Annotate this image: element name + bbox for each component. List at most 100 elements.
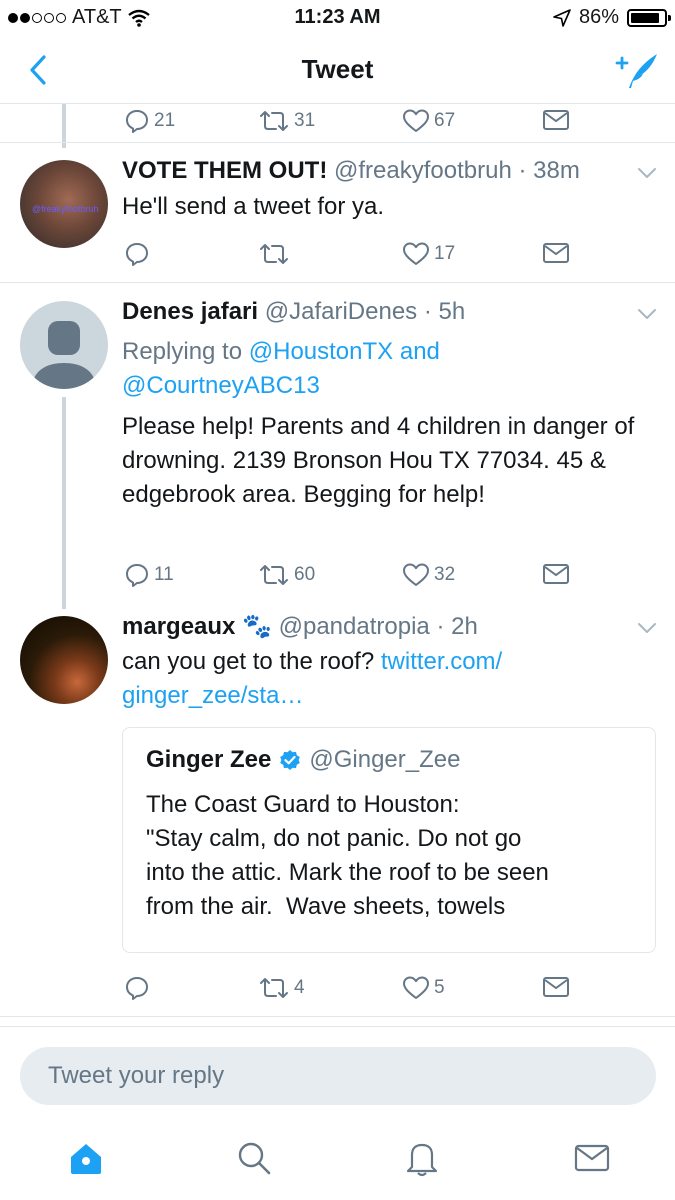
direct-message-button[interactable] bbox=[542, 241, 570, 265]
user-handle[interactable]: @pandatropia bbox=[279, 613, 430, 640]
nav-bar: Tweet bbox=[0, 36, 675, 104]
direct-message-button[interactable] bbox=[542, 562, 570, 586]
envelope-icon bbox=[543, 110, 569, 130]
mention-link[interactable]: @HoustonTX bbox=[249, 338, 393, 365]
tab-bar bbox=[0, 1116, 675, 1200]
status-right: 86% bbox=[553, 6, 671, 29]
location-arrow-icon bbox=[553, 8, 571, 27]
quoted-text-line: The Coast Guard to Houston: bbox=[146, 791, 460, 818]
user-silhouette-icon bbox=[32, 321, 96, 389]
user-name[interactable]: margeaux bbox=[122, 613, 235, 640]
reply-button[interactable] bbox=[124, 975, 154, 1001]
envelope-icon bbox=[543, 243, 569, 263]
like-count: 67 bbox=[434, 110, 456, 131]
reply-icon bbox=[126, 110, 148, 133]
tweet-time: · 2h bbox=[436, 613, 478, 640]
separator bbox=[0, 282, 675, 283]
quoted-tweet-card[interactable]: Ginger Zee @Ginger_Zee The Coast Guard t… bbox=[122, 727, 656, 953]
replying-to: Replying to @HoustonTX and @CourtneyABC1… bbox=[122, 335, 652, 403]
reply-count: 11 bbox=[154, 564, 174, 585]
quoted-text-line: into the attic. Mark the roof to be seen bbox=[146, 859, 549, 886]
retweet-count: 60 bbox=[294, 564, 316, 585]
user-handle[interactable]: @JafariDenes bbox=[265, 298, 417, 325]
quoted-user-handle: @Ginger_Zee bbox=[309, 746, 461, 773]
quoted-text-line: "Stay calm, do not panic. Do not go bbox=[146, 825, 522, 852]
user-name[interactable]: Denes jafari bbox=[122, 298, 258, 325]
replying-and[interactable]: and bbox=[400, 338, 440, 365]
quoted-user-name: Ginger Zee bbox=[146, 746, 272, 773]
battery-icon bbox=[627, 8, 671, 27]
user-name[interactable]: VOTE THEM OUT! bbox=[122, 157, 327, 184]
reply-button[interactable]: 21 bbox=[124, 108, 175, 134]
like-count: 32 bbox=[434, 564, 456, 585]
envelope-icon bbox=[574, 1144, 610, 1172]
tweet-text: Please help! Parents and 4 children in d… bbox=[122, 413, 635, 508]
quoted-tweet-text: The Coast Guard to Houston: "Stay calm, … bbox=[146, 788, 646, 924]
compose-tweet-icon[interactable] bbox=[613, 50, 659, 90]
verified-badge-icon bbox=[280, 750, 301, 770]
reply-icon bbox=[126, 977, 148, 1000]
tweet-time: · 5h bbox=[423, 298, 466, 325]
chevron-down-icon[interactable] bbox=[637, 166, 657, 180]
search-icon bbox=[238, 1142, 271, 1175]
like-button[interactable]: 32 bbox=[402, 562, 455, 588]
thread-line bbox=[62, 397, 66, 609]
reply-composer bbox=[0, 1026, 675, 1116]
like-button[interactable]: 67 bbox=[402, 108, 455, 134]
replying-prefix: Replying to bbox=[122, 338, 243, 365]
envelope-icon bbox=[543, 977, 569, 997]
heart-icon bbox=[403, 563, 429, 586]
retweet-count: 31 bbox=[294, 110, 316, 131]
like-count: 17 bbox=[434, 243, 456, 264]
reply-count: 21 bbox=[154, 110, 176, 131]
chevron-down-icon[interactable] bbox=[637, 621, 657, 635]
quoted-text-line: from the air. Wave sheets, towels bbox=[146, 893, 506, 920]
avatar-watermark: @freakyfootbruh bbox=[32, 204, 99, 214]
retweet-count: 4 bbox=[294, 977, 305, 998]
mention-link[interactable]: @CourtneyABC13 bbox=[122, 372, 320, 399]
retweet-icon bbox=[260, 111, 288, 131]
retweet-icon bbox=[260, 565, 288, 585]
retweet-button[interactable] bbox=[258, 241, 294, 267]
retweet-icon bbox=[260, 978, 288, 998]
quoted-tweet-header: Ginger Zee @Ginger_Zee bbox=[146, 746, 460, 774]
tweet-header: Denes jafari @JafariDenes · 5h bbox=[122, 298, 465, 326]
like-button[interactable]: 17 bbox=[402, 241, 455, 267]
like-button[interactable]: 5 bbox=[402, 975, 445, 1001]
tweet-text: can you get to the roof? twitter.com/ gi… bbox=[122, 645, 652, 713]
heart-icon bbox=[403, 976, 429, 999]
direct-message-button[interactable] bbox=[542, 108, 570, 132]
default-avatar[interactable] bbox=[20, 301, 108, 389]
reply-input[interactable] bbox=[20, 1047, 656, 1105]
retweet-button[interactable]: 60 bbox=[258, 562, 315, 588]
separator bbox=[0, 142, 675, 143]
paw-prints-emoji: 🐾 bbox=[242, 613, 272, 640]
tab-search[interactable] bbox=[234, 1138, 274, 1178]
like-count: 5 bbox=[434, 977, 445, 998]
reply-button[interactable]: 11 bbox=[124, 562, 174, 588]
tweet-header: VOTE THEM OUT! @freakyfootbruh · 38m bbox=[122, 157, 580, 185]
tab-messages[interactable] bbox=[572, 1138, 612, 1178]
retweet-button[interactable]: 31 bbox=[258, 108, 315, 134]
tweet-text-body: can you get to the roof? bbox=[122, 648, 375, 675]
tweet-link-continued[interactable]: ginger_zee/sta… bbox=[122, 682, 303, 709]
direct-message-button[interactable] bbox=[542, 975, 570, 999]
heart-icon bbox=[403, 242, 429, 265]
retweet-icon bbox=[260, 244, 288, 264]
chevron-down-icon[interactable] bbox=[637, 307, 657, 321]
avatar[interactable]: @freakyfootbruh bbox=[20, 160, 108, 248]
reply-button[interactable] bbox=[124, 241, 154, 267]
retweet-button[interactable]: 4 bbox=[258, 975, 305, 1001]
tweet-header: margeaux 🐾 @pandatropia · 2h bbox=[122, 612, 478, 641]
tweet-text: He'll send a tweet for ya. bbox=[122, 193, 385, 220]
user-handle[interactable]: @freakyfootbruh bbox=[334, 157, 512, 184]
avatar[interactable] bbox=[20, 616, 108, 704]
envelope-icon bbox=[543, 564, 569, 584]
tab-notifications[interactable] bbox=[402, 1138, 442, 1178]
tab-home[interactable] bbox=[66, 1138, 106, 1178]
bell-icon bbox=[406, 1143, 438, 1177]
tweet-link[interactable]: twitter.com/ bbox=[381, 648, 502, 675]
heart-icon bbox=[403, 109, 429, 132]
home-icon bbox=[71, 1144, 101, 1174]
page-title: Tweet bbox=[301, 54, 374, 84]
